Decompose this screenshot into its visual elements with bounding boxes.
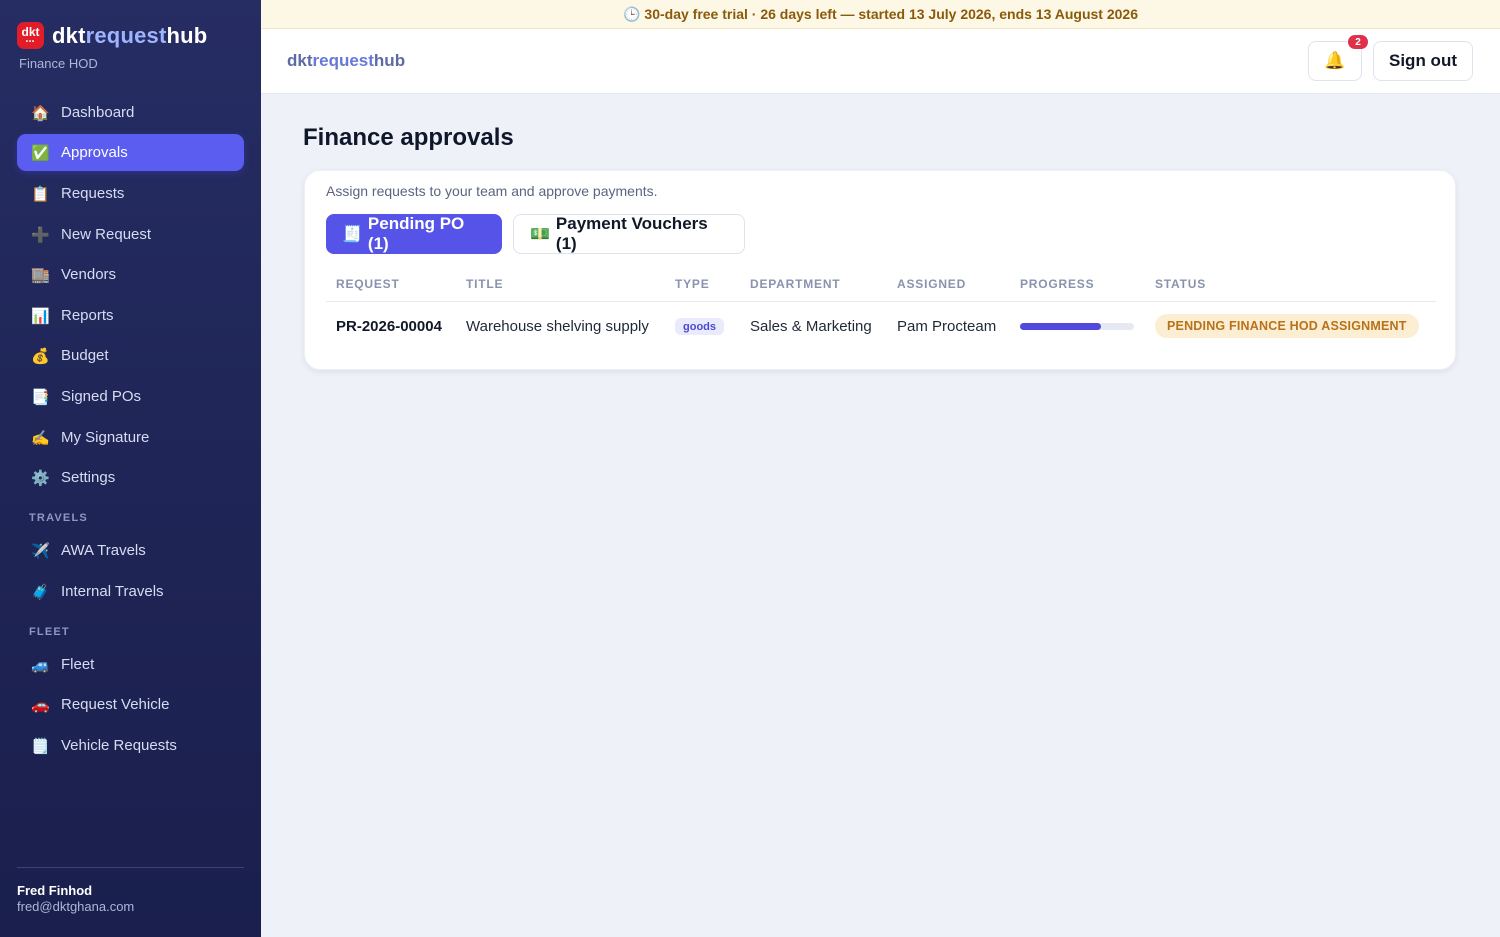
sidebar-item-label: Settings xyxy=(61,469,116,486)
sidebar-item-vehicle-requests[interactable]: 🗒️ Vehicle Requests xyxy=(17,727,244,764)
request-title: Warehouse shelving supply xyxy=(466,318,649,335)
sidebar-item-label: New Request xyxy=(61,226,152,243)
notepad-icon: 🗒️ xyxy=(31,737,50,755)
sidebar-item-label: My Signature xyxy=(61,429,150,446)
notification-count-badge: 2 xyxy=(1348,35,1368,49)
sidebar-item-label: Approvals xyxy=(61,144,128,161)
gear-icon: ⚙️ xyxy=(31,469,50,487)
progress-bar-fill xyxy=(1020,323,1101,330)
request-id[interactable]: PR-2026-00004 xyxy=(336,318,442,335)
sidebar-item-new-request[interactable]: ➕ New Request xyxy=(17,216,244,253)
trial-banner-text: 30-day free trial · 26 days left — start… xyxy=(644,6,1139,22)
check-icon: ✅ xyxy=(31,144,50,162)
sidebar-divider xyxy=(17,867,244,868)
tab-pending-po[interactable]: 🧾 Pending PO (1) xyxy=(326,214,502,254)
sidebar-item-label: Signed POs xyxy=(61,388,142,405)
sidebar-item-label: Vehicle Requests xyxy=(61,737,177,754)
brand-part-dkt: dkt xyxy=(287,51,313,70)
approvals-card: Assign requests to your team and approve… xyxy=(304,170,1456,370)
card-description: Assign requests to your team and approve… xyxy=(326,183,658,199)
column-header-assigned: ASSIGNED xyxy=(897,277,967,291)
sidebar-item-budget[interactable]: 💰 Budget xyxy=(17,337,244,374)
sidebar-item-label: Budget xyxy=(61,347,109,364)
dkt-logo-icon: dkt ••• xyxy=(17,22,44,49)
tab-payment-vouchers[interactable]: 💵 Payment Vouchers (1) xyxy=(513,214,745,254)
tab-label: Payment Vouchers (1) xyxy=(555,214,708,253)
sidebar-item-signed-pos[interactable]: 📑 Signed POs xyxy=(17,378,244,415)
sidebar-item-label: Dashboard xyxy=(61,104,135,121)
type-badge: goods xyxy=(675,318,724,335)
clock-icon: 🕒 xyxy=(622,5,641,22)
column-header-department: DEPARTMENT xyxy=(750,277,841,291)
tab-label: Pending PO (1) xyxy=(367,214,465,253)
writing-hand-icon: ✍️ xyxy=(31,429,50,447)
logo-dots: ••• xyxy=(25,39,36,45)
luggage-icon: 🧳 xyxy=(31,583,50,601)
sidebar-item-reports[interactable]: 📊 Reports xyxy=(17,297,244,334)
sidebar-item-approvals[interactable]: ✅ Approvals xyxy=(17,134,244,171)
sidebar-item-label: AWA Travels xyxy=(61,542,146,559)
home-icon: 🏠 xyxy=(31,104,50,122)
brand-name: dktrequesthub xyxy=(52,23,207,49)
sidebar-item-label: Internal Travels xyxy=(61,583,164,600)
department: Sales & Marketing xyxy=(750,318,872,335)
airplane-icon: ✈️ xyxy=(31,542,50,560)
sidebar-item-requests[interactable]: 📋 Requests xyxy=(17,175,244,212)
status-badge: PENDING FINANCE HOD ASSIGNMENT xyxy=(1155,314,1419,338)
document-icon: 📑 xyxy=(31,388,50,406)
column-header-progress: PROGRESS xyxy=(1020,277,1095,291)
bar-chart-icon: 📊 xyxy=(31,307,50,325)
assigned-user: Pam Procteam xyxy=(897,318,997,335)
sidebar-item-label: Request Vehicle xyxy=(61,696,170,713)
section-label-travels: TRAVELS xyxy=(29,512,88,524)
brand-part-dkt: dkt xyxy=(52,22,86,48)
brand-part-request: request xyxy=(312,51,374,70)
user-role: Finance HOD xyxy=(19,56,98,71)
sidebar-item-my-signature[interactable]: ✍️ My Signature xyxy=(17,419,244,456)
column-header-status: STATUS xyxy=(1155,277,1207,291)
trial-banner: 🕒 30-day free trial · 26 days left — sta… xyxy=(261,0,1500,29)
money-bag-icon: 💰 xyxy=(31,347,50,365)
sidebar-item-label: Vendors xyxy=(61,266,117,283)
column-header-request: REQUEST xyxy=(336,277,400,291)
logo-text: dkt xyxy=(21,25,40,39)
sidebar-item-label: Reports xyxy=(61,307,114,324)
table-header-divider xyxy=(326,301,1436,302)
progress-bar xyxy=(1020,323,1134,330)
clipboard-icon: 📋 xyxy=(31,185,50,203)
sidebar-item-vendors[interactable]: 🏬 Vendors xyxy=(17,256,244,293)
car-icon: 🚗 xyxy=(31,696,50,714)
sidebar-item-request-vehicle[interactable]: 🚗 Request Vehicle xyxy=(17,686,244,723)
brand-part-hub: hub xyxy=(373,51,406,70)
plus-icon: ➕ xyxy=(31,226,50,244)
topbar-brand[interactable]: dktrequesthub xyxy=(287,51,405,71)
user-name: Fred Finhod xyxy=(17,883,93,898)
sign-out-button[interactable]: Sign out xyxy=(1373,41,1473,81)
suv-icon: 🚙 xyxy=(31,656,50,674)
dollar-bill-icon: 💵 xyxy=(530,226,550,243)
sidebar-item-dashboard[interactable]: 🏠 Dashboard xyxy=(17,94,244,131)
sidebar-item-label: Requests xyxy=(61,185,125,202)
sidebar-item-awa-travels[interactable]: ✈️ AWA Travels xyxy=(17,532,244,569)
page-title: Finance approvals xyxy=(303,124,514,151)
sidebar-item-fleet[interactable]: 🚙 Fleet xyxy=(17,646,244,683)
section-label-fleet: FLEET xyxy=(29,626,70,638)
column-header-title: TITLE xyxy=(466,277,504,291)
sidebar-brand[interactable]: dkt ••• dktrequesthub xyxy=(17,22,207,49)
sidebar-item-settings[interactable]: ⚙️ Settings xyxy=(17,459,244,496)
user-email: fred@dktghana.com xyxy=(17,899,135,914)
topbar: dktrequesthub 🔔 2 Sign out xyxy=(261,29,1500,94)
sidebar-item-label: Fleet xyxy=(61,656,95,673)
bell-icon: 🔔 xyxy=(1324,51,1346,70)
sidebar: dkt ••• dktrequesthub Finance HOD 🏠 Dash… xyxy=(0,0,261,937)
brand-part-hub: hub xyxy=(166,22,208,48)
store-icon: 🏬 xyxy=(31,266,50,284)
sidebar-item-internal-travels[interactable]: 🧳 Internal Travels xyxy=(17,573,244,610)
column-header-type: TYPE xyxy=(675,277,710,291)
brand-part-request: request xyxy=(85,22,167,48)
receipt-icon: 🧾 xyxy=(342,226,362,243)
